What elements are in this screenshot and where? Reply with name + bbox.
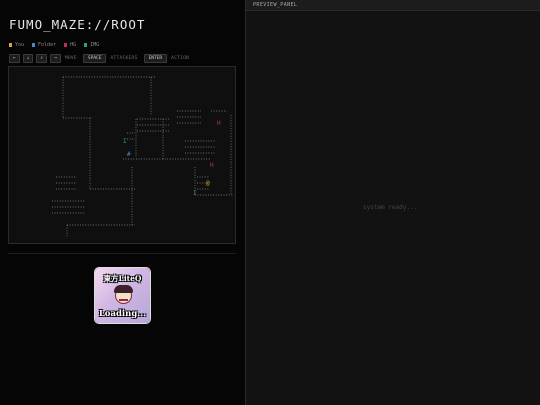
preview-title: PREVIEW_PANEL — [253, 2, 298, 8]
space-key-button[interactable]: SPACE — [82, 54, 107, 63]
system-status: system ready... — [363, 204, 418, 211]
hg-swatch-icon — [64, 42, 68, 47]
legend: You Folder HG IMG — [9, 42, 99, 48]
img-swatch-icon — [84, 42, 88, 47]
divider — [8, 253, 236, 254]
character-avatar-icon — [114, 285, 133, 304]
legend-folder: Folder — [32, 42, 56, 48]
maze-map: I # H H @ I — [52, 76, 233, 237]
hg-marker[interactable]: H — [210, 162, 214, 169]
left-key-button[interactable]: ← — [9, 54, 20, 63]
game-panel: FUMO_MAZE://ROOT You Folder HG IMG ← ↓ ↑… — [0, 0, 245, 405]
maze-paths — [52, 76, 233, 237]
move-label: MOVE — [64, 56, 77, 61]
legend-hg: HG — [64, 42, 76, 48]
player-marker[interactable]: @ — [206, 180, 210, 187]
folder-swatch-icon — [32, 42, 36, 47]
loading-text: Loading... — [98, 309, 147, 319]
legend-label: IMG — [90, 42, 100, 48]
img-marker[interactable]: I — [123, 138, 127, 145]
maze-path — [177, 110, 233, 196]
legend-you: You — [9, 42, 24, 48]
up-key-button[interactable]: ↑ — [36, 54, 48, 63]
legend-label: Folder — [38, 42, 57, 48]
folder-marker[interactable]: # — [127, 151, 131, 158]
enter-label: ACTION — [171, 56, 190, 61]
right-key-button[interactable]: → — [50, 54, 61, 63]
hg-marker[interactable]: H — [217, 120, 221, 127]
maze-path — [52, 176, 85, 214]
maze-path — [66, 118, 135, 237]
player-swatch-icon — [9, 42, 12, 47]
loading-title: 東方LiteQ — [103, 274, 142, 283]
preview-header: PREVIEW_PANEL — [246, 0, 540, 11]
preview-panel: PREVIEW_PANEL system ready... — [245, 0, 540, 405]
maze-path — [62, 76, 155, 119]
maze-viewport[interactable]: I # H H @ I — [8, 66, 236, 244]
loading-card: 東方LiteQ Loading... — [95, 268, 150, 323]
space-label: ATTACKERS — [110, 56, 138, 61]
maze-path — [123, 119, 211, 160]
controls-bar: ← ↓ ↑ → MOVE SPACE ATTACKERS ENTER ACTIO… — [9, 54, 192, 63]
legend-img: IMG — [84, 42, 99, 48]
down-key-button[interactable]: ↓ — [22, 54, 34, 63]
app-title: FUMO_MAZE://ROOT — [9, 17, 146, 32]
legend-label: HG — [70, 42, 77, 48]
img-marker[interactable]: I — [193, 190, 197, 197]
legend-label: You — [15, 42, 25, 48]
maze-path — [137, 118, 169, 132]
enter-key-button[interactable]: ENTER — [143, 54, 168, 63]
